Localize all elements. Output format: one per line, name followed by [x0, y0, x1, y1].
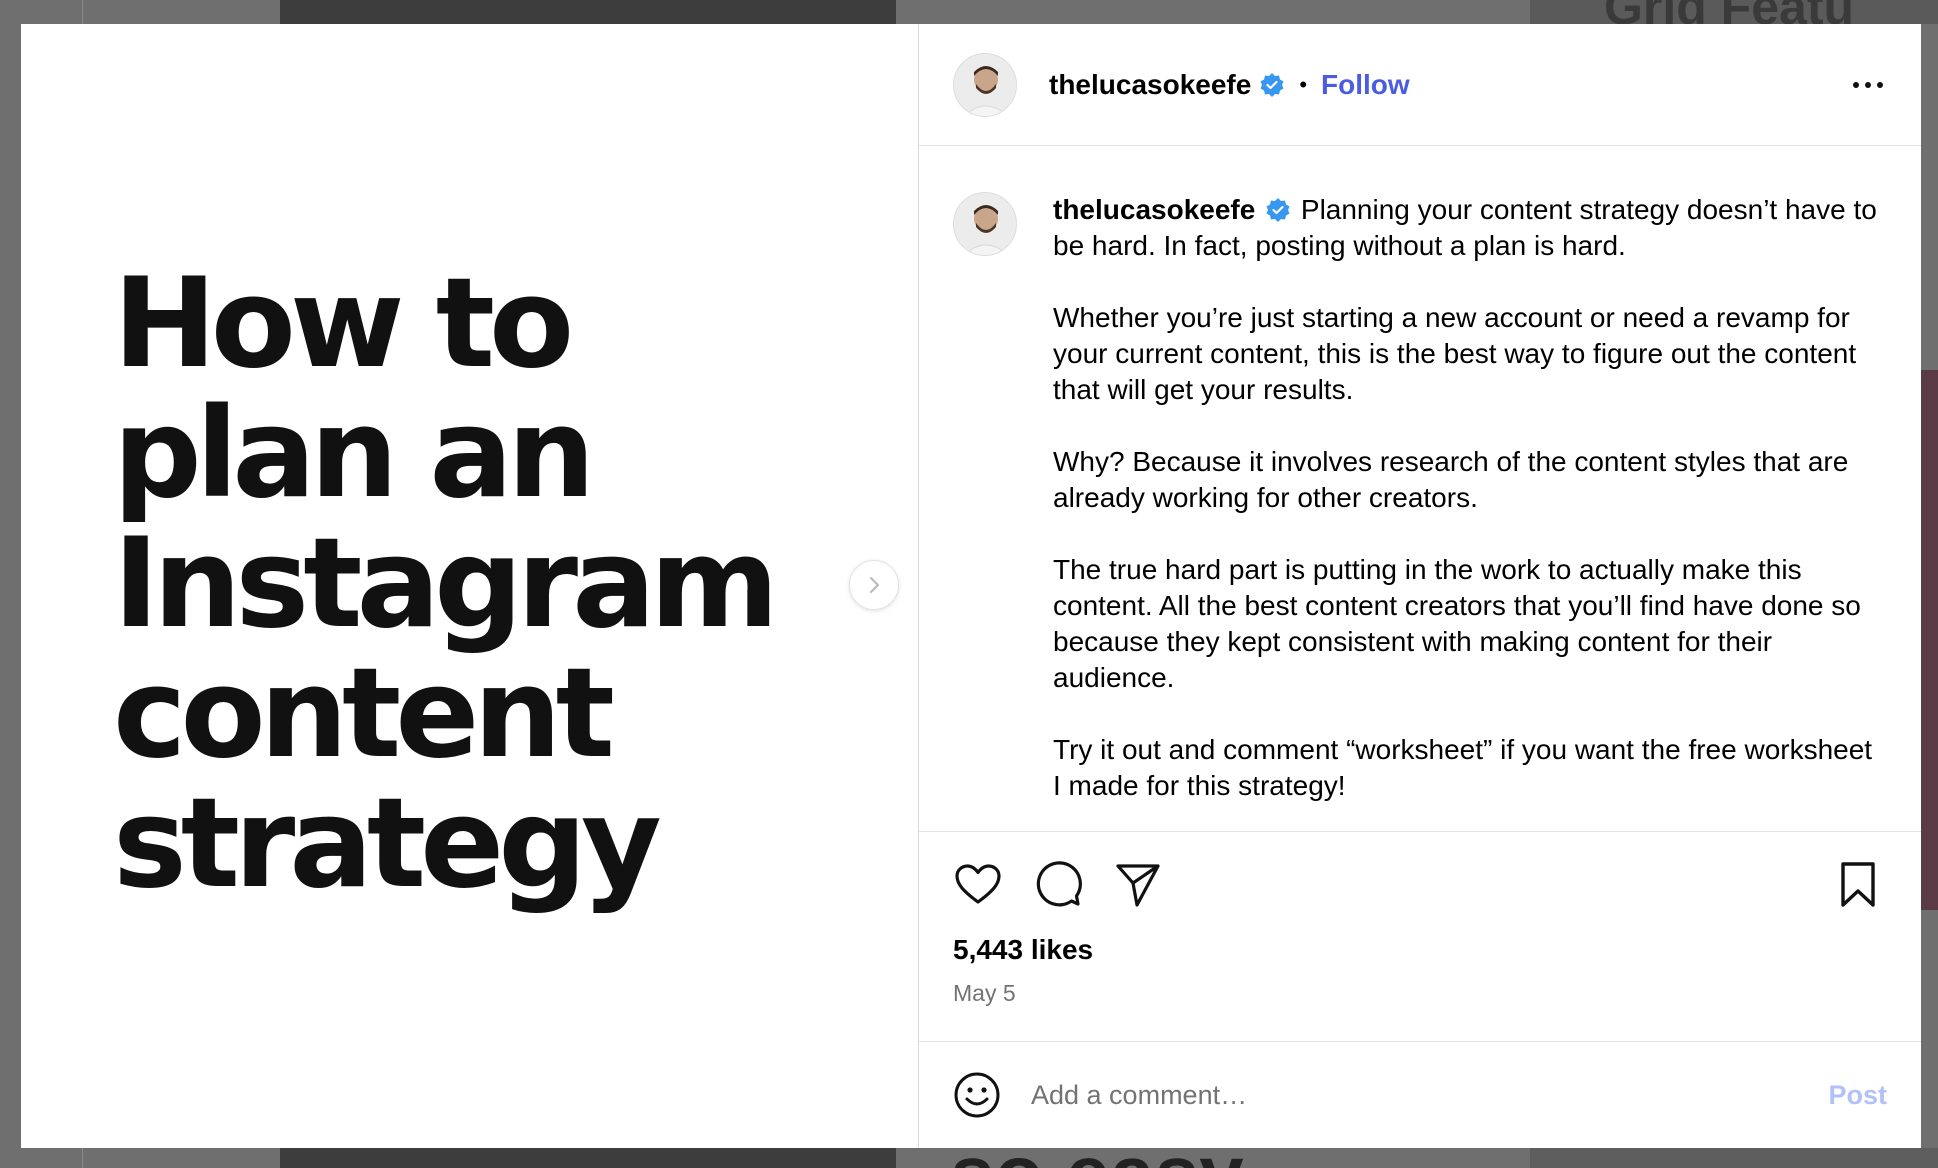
- media-title-line: strategy: [113, 772, 662, 916]
- bookmark-icon[interactable]: [1833, 860, 1883, 910]
- caption-username[interactable]: thelucasokeefe: [1053, 194, 1255, 225]
- action-bar: [953, 856, 1883, 914]
- post-date[interactable]: May 5: [953, 980, 1883, 1007]
- media-title-line: content: [113, 642, 615, 786]
- background-tile-bottom-right: [1530, 1148, 1938, 1168]
- caption-text: thelucasokeefe Planning your content str…: [1053, 192, 1885, 831]
- follow-button[interactable]: Follow: [1321, 69, 1410, 101]
- verified-badge-icon: [1266, 198, 1290, 222]
- verified-badge-icon: [1260, 72, 1284, 97]
- caption-paragraph: thelucasokeefe Planning your content str…: [1053, 192, 1885, 264]
- comment-bar: Post: [919, 1041, 1921, 1148]
- avatar[interactable]: [953, 52, 1017, 117]
- caption-section: thelucasokeefe Planning your content str…: [919, 146, 1921, 831]
- background-tile-top-left: [280, 0, 896, 24]
- separator-dot: •: [1299, 71, 1308, 97]
- caption-paragraph: Whether you’re just starting a new accou…: [1053, 302, 1857, 405]
- background-tile-right-edge: [1921, 370, 1938, 910]
- post-header: thelucasokeefe • Follow: [919, 24, 1921, 146]
- send-icon[interactable]: [1113, 860, 1163, 910]
- smiley-icon[interactable]: [953, 1071, 1001, 1119]
- heart-icon[interactable]: [953, 860, 1003, 910]
- chevron-right-icon: [869, 576, 880, 594]
- media-title-line: plan an: [113, 382, 595, 526]
- post-media: How to plan an Instagram content strateg…: [21, 24, 919, 1148]
- post-comment-button[interactable]: Post: [1828, 1080, 1887, 1111]
- caption-avatar[interactable]: [953, 192, 1017, 256]
- comment-input[interactable]: [1031, 1079, 1829, 1111]
- comment-icon[interactable]: [1033, 860, 1083, 910]
- next-slide-button[interactable]: [849, 560, 899, 610]
- header-username[interactable]: thelucasokeefe: [1049, 69, 1251, 101]
- caption-paragraph: Try it out and comment “worksheet” if yo…: [1053, 734, 1873, 801]
- more-options-button[interactable]: [1853, 81, 1883, 88]
- caption-paragraph: Why? Because it involves research of the…: [1053, 446, 1849, 513]
- post-modal: How to plan an Instagram content strateg…: [21, 24, 1921, 1148]
- media-title-line: How to: [113, 252, 574, 396]
- caption-paragraph: The true hard part is putting in the wor…: [1053, 554, 1861, 693]
- likes-count[interactable]: 5,443 likes: [953, 934, 1883, 966]
- media-title: How to plan an Instagram content strateg…: [113, 259, 813, 909]
- actions-section: 5,443 likes May 5: [919, 831, 1921, 1041]
- post-sidebar: thelucasokeefe • Follow thelucasokeefe P…: [919, 24, 1921, 1148]
- background-tile-bottom-left: [280, 1148, 896, 1168]
- media-title-line: Instagram: [113, 512, 779, 656]
- more-horizontal-icon: [1853, 81, 1883, 88]
